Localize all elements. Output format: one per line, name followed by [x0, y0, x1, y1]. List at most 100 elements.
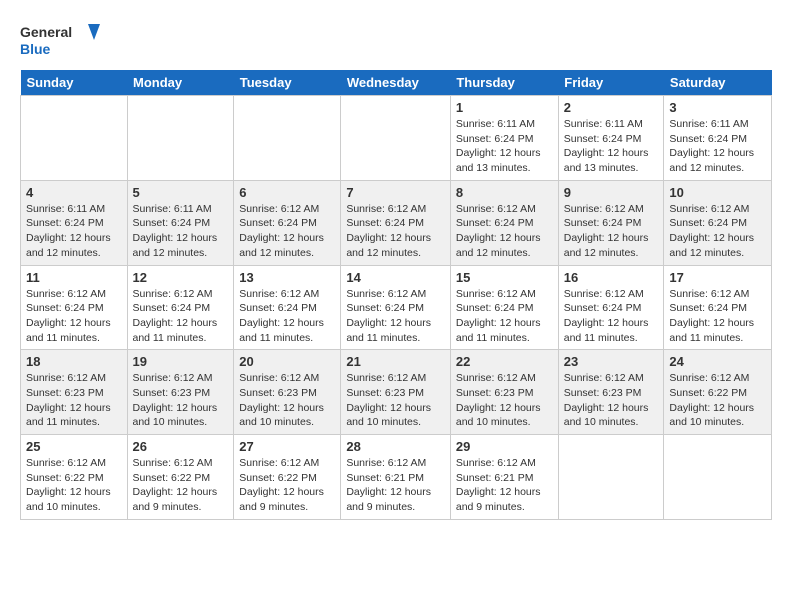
- cell-0-2: [234, 96, 341, 181]
- day-number: 23: [564, 354, 659, 369]
- day-info: Sunrise: 6:12 AM Sunset: 6:24 PM Dayligh…: [564, 202, 659, 261]
- cell-3-3: 21 Sunrise: 6:12 AM Sunset: 6:23 PM Dayli…: [341, 350, 451, 435]
- day-info: Sunrise: 6:11 AM Sunset: 6:24 PM Dayligh…: [456, 117, 553, 176]
- day-number: 11: [26, 270, 122, 285]
- cell-3-5: 23 Sunrise: 6:12 AM Sunset: 6:23 PM Dayli…: [558, 350, 664, 435]
- day-number: 21: [346, 354, 445, 369]
- day-info: Sunrise: 6:11 AM Sunset: 6:24 PM Dayligh…: [26, 202, 122, 261]
- day-info: Sunrise: 6:12 AM Sunset: 6:22 PM Dayligh…: [239, 456, 335, 515]
- day-info: Sunrise: 6:12 AM Sunset: 6:23 PM Dayligh…: [133, 371, 229, 430]
- cell-1-1: 5 Sunrise: 6:11 AM Sunset: 6:24 PM Daylig…: [127, 180, 234, 265]
- week-row-3: 11 Sunrise: 6:12 AM Sunset: 6:24 PM Dayli…: [21, 265, 772, 350]
- svg-text:Blue: Blue: [20, 41, 51, 57]
- cell-0-0: [21, 96, 128, 181]
- cell-4-0: 25 Sunrise: 6:12 AM Sunset: 6:22 PM Dayli…: [21, 435, 128, 520]
- cell-4-4: 29 Sunrise: 6:12 AM Sunset: 6:21 PM Dayli…: [450, 435, 558, 520]
- day-number: 20: [239, 354, 335, 369]
- cell-3-6: 24Sunrise: 6:12 AM Sunset: 6:22 PM Dayli…: [664, 350, 772, 435]
- cell-2-5: 16 Sunrise: 6:12 AM Sunset: 6:24 PM Dayli…: [558, 265, 664, 350]
- cell-1-5: 9 Sunrise: 6:12 AM Sunset: 6:24 PM Daylig…: [558, 180, 664, 265]
- day-number: 1: [456, 100, 553, 115]
- calendar-table: SundayMondayTuesdayWednesdayThursdayFrid…: [20, 70, 772, 520]
- day-number: 25: [26, 439, 122, 454]
- day-number: 27: [239, 439, 335, 454]
- day-number: 7: [346, 185, 445, 200]
- day-info: Sunrise: 6:12 AM Sunset: 6:24 PM Dayligh…: [456, 287, 553, 346]
- day-number: 12: [133, 270, 229, 285]
- day-number: 29: [456, 439, 553, 454]
- cell-1-0: 4 Sunrise: 6:11 AM Sunset: 6:24 PM Daylig…: [21, 180, 128, 265]
- day-info: Sunrise: 6:12 AM Sunset: 6:23 PM Dayligh…: [456, 371, 553, 430]
- cell-4-6: [664, 435, 772, 520]
- day-number: 22: [456, 354, 553, 369]
- header-monday: Monday: [127, 70, 234, 96]
- logo: General Blue: [20, 20, 100, 60]
- day-number: 28: [346, 439, 445, 454]
- calendar-body: 1 Sunrise: 6:11 AM Sunset: 6:24 PM Daylig…: [21, 96, 772, 520]
- day-info: Sunrise: 6:11 AM Sunset: 6:24 PM Dayligh…: [564, 117, 659, 176]
- page-header: General Blue: [20, 20, 772, 60]
- header-thursday: Thursday: [450, 70, 558, 96]
- cell-3-0: 18 Sunrise: 6:12 AM Sunset: 6:23 PM Dayli…: [21, 350, 128, 435]
- cell-1-4: 8Sunrise: 6:12 AM Sunset: 6:24 PM Daylig…: [450, 180, 558, 265]
- day-number: 26: [133, 439, 229, 454]
- cell-2-1: 12 Sunrise: 6:12 AM Sunset: 6:24 PM Dayli…: [127, 265, 234, 350]
- day-number: 4: [26, 185, 122, 200]
- cell-0-1: [127, 96, 234, 181]
- cell-3-2: 20 Sunrise: 6:12 AM Sunset: 6:23 PM Dayli…: [234, 350, 341, 435]
- day-info: Sunrise: 6:12 AM Sunset: 6:24 PM Dayligh…: [346, 287, 445, 346]
- cell-2-0: 11 Sunrise: 6:12 AM Sunset: 6:24 PM Dayli…: [21, 265, 128, 350]
- day-info: Sunrise: 6:12 AM Sunset: 6:23 PM Dayligh…: [346, 371, 445, 430]
- day-info: Sunrise: 6:12 AM Sunset: 6:22 PM Dayligh…: [133, 456, 229, 515]
- cell-0-3: [341, 96, 451, 181]
- week-row-5: 25 Sunrise: 6:12 AM Sunset: 6:22 PM Dayli…: [21, 435, 772, 520]
- header-wednesday: Wednesday: [341, 70, 451, 96]
- day-number: 18: [26, 354, 122, 369]
- day-info: Sunrise: 6:12 AM Sunset: 6:21 PM Dayligh…: [456, 456, 553, 515]
- day-info: Sunrise: 6:12 AM Sunset: 6:23 PM Dayligh…: [26, 371, 122, 430]
- cell-4-3: 28 Sunrise: 6:12 AM Sunset: 6:21 PM Dayli…: [341, 435, 451, 520]
- header-saturday: Saturday: [664, 70, 772, 96]
- day-info: Sunrise: 6:12 AM Sunset: 6:24 PM Dayligh…: [26, 287, 122, 346]
- header-friday: Friday: [558, 70, 664, 96]
- day-number: 6: [239, 185, 335, 200]
- header-sunday: Sunday: [21, 70, 128, 96]
- cell-2-3: 14 Sunrise: 6:12 AM Sunset: 6:24 PM Dayli…: [341, 265, 451, 350]
- calendar-header-row: SundayMondayTuesdayWednesdayThursdayFrid…: [21, 70, 772, 96]
- day-number: 24: [669, 354, 766, 369]
- day-info: Sunrise: 6:12 AM Sunset: 6:24 PM Dayligh…: [133, 287, 229, 346]
- logo-svg: General Blue: [20, 20, 100, 60]
- cell-0-5: 2 Sunrise: 6:11 AM Sunset: 6:24 PM Daylig…: [558, 96, 664, 181]
- day-info: Sunrise: 6:12 AM Sunset: 6:24 PM Dayligh…: [564, 287, 659, 346]
- day-info: Sunrise: 6:12 AM Sunset: 6:23 PM Dayligh…: [564, 371, 659, 430]
- cell-0-6: 3 Sunrise: 6:11 AM Sunset: 6:24 PM Daylig…: [664, 96, 772, 181]
- cell-1-6: 10Sunrise: 6:12 AM Sunset: 6:24 PM Dayli…: [664, 180, 772, 265]
- cell-2-6: 17 Sunrise: 6:12 AM Sunset: 6:24 PM Dayli…: [664, 265, 772, 350]
- cell-4-1: 26 Sunrise: 6:12 AM Sunset: 6:22 PM Dayli…: [127, 435, 234, 520]
- day-number: 14: [346, 270, 445, 285]
- svg-text:General: General: [20, 24, 72, 40]
- day-number: 13: [239, 270, 335, 285]
- day-number: 9: [564, 185, 659, 200]
- day-info: Sunrise: 6:12 AM Sunset: 6:24 PM Dayligh…: [346, 202, 445, 261]
- day-number: 2: [564, 100, 659, 115]
- week-row-1: 1 Sunrise: 6:11 AM Sunset: 6:24 PM Daylig…: [21, 96, 772, 181]
- cell-4-2: 27 Sunrise: 6:12 AM Sunset: 6:22 PM Dayli…: [234, 435, 341, 520]
- day-number: 17: [669, 270, 766, 285]
- day-info: Sunrise: 6:11 AM Sunset: 6:24 PM Dayligh…: [669, 117, 766, 176]
- day-info: Sunrise: 6:12 AM Sunset: 6:21 PM Dayligh…: [346, 456, 445, 515]
- day-info: Sunrise: 6:12 AM Sunset: 6:24 PM Dayligh…: [239, 202, 335, 261]
- day-number: 8: [456, 185, 553, 200]
- cell-3-4: 22 Sunrise: 6:12 AM Sunset: 6:23 PM Dayli…: [450, 350, 558, 435]
- day-number: 5: [133, 185, 229, 200]
- day-number: 15: [456, 270, 553, 285]
- day-info: Sunrise: 6:11 AM Sunset: 6:24 PM Dayligh…: [133, 202, 229, 261]
- day-number: 3: [669, 100, 766, 115]
- cell-1-2: 6 Sunrise: 6:12 AM Sunset: 6:24 PM Daylig…: [234, 180, 341, 265]
- day-info: Sunrise: 6:12 AM Sunset: 6:24 PM Dayligh…: [669, 287, 766, 346]
- day-info: Sunrise: 6:12 AM Sunset: 6:23 PM Dayligh…: [239, 371, 335, 430]
- day-number: 16: [564, 270, 659, 285]
- cell-1-3: 7 Sunrise: 6:12 AM Sunset: 6:24 PM Daylig…: [341, 180, 451, 265]
- day-info: Sunrise: 6:12 AM Sunset: 6:22 PM Dayligh…: [26, 456, 122, 515]
- day-number: 10: [669, 185, 766, 200]
